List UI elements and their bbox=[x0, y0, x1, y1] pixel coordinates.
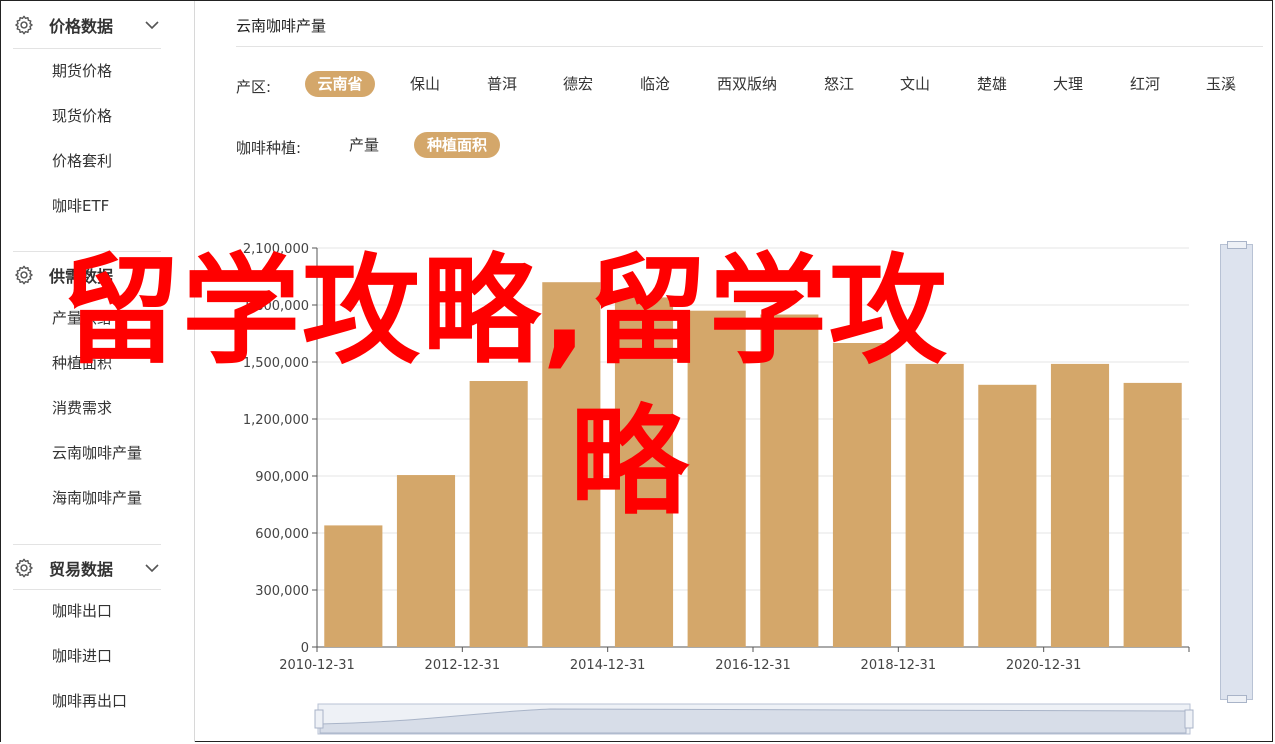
y-tick-label: 1,200,000 bbox=[243, 413, 309, 428]
x-tick-label: 2020-12-31 bbox=[1006, 658, 1082, 673]
zoom-handle-top[interactable] bbox=[1227, 241, 1247, 249]
y-tick-label: 300,000 bbox=[255, 584, 309, 599]
bar bbox=[832, 343, 892, 647]
bar bbox=[324, 525, 383, 647]
x-tick-label: 2010-12-31 bbox=[279, 658, 355, 673]
overlay-text-line2: 略 bbox=[570, 393, 689, 531]
bar bbox=[469, 381, 528, 647]
overlay-text: 留学攻略,留学攻 bbox=[62, 242, 949, 380]
bar bbox=[396, 475, 456, 647]
y-tick-label: 0 bbox=[301, 641, 309, 656]
zoom-handle-right bbox=[1184, 709, 1194, 729]
bar bbox=[905, 363, 964, 647]
zoom-handle-left bbox=[314, 709, 324, 729]
y-tick-label: 600,000 bbox=[255, 527, 309, 542]
x-tick-label: 2012-12-31 bbox=[425, 658, 501, 673]
zoom-handle-bottom[interactable] bbox=[1227, 695, 1247, 703]
bar bbox=[1050, 363, 1110, 647]
bar bbox=[978, 384, 1037, 647]
x-tick-label: 2014-12-31 bbox=[570, 658, 646, 673]
y-tick-label: 900,000 bbox=[255, 470, 309, 485]
vertical-zoom-slider[interactable] bbox=[1220, 241, 1253, 703]
bar bbox=[1123, 382, 1182, 647]
x-tick-label: 2016-12-31 bbox=[715, 658, 791, 673]
x-tick-label: 2018-12-31 bbox=[861, 658, 937, 673]
